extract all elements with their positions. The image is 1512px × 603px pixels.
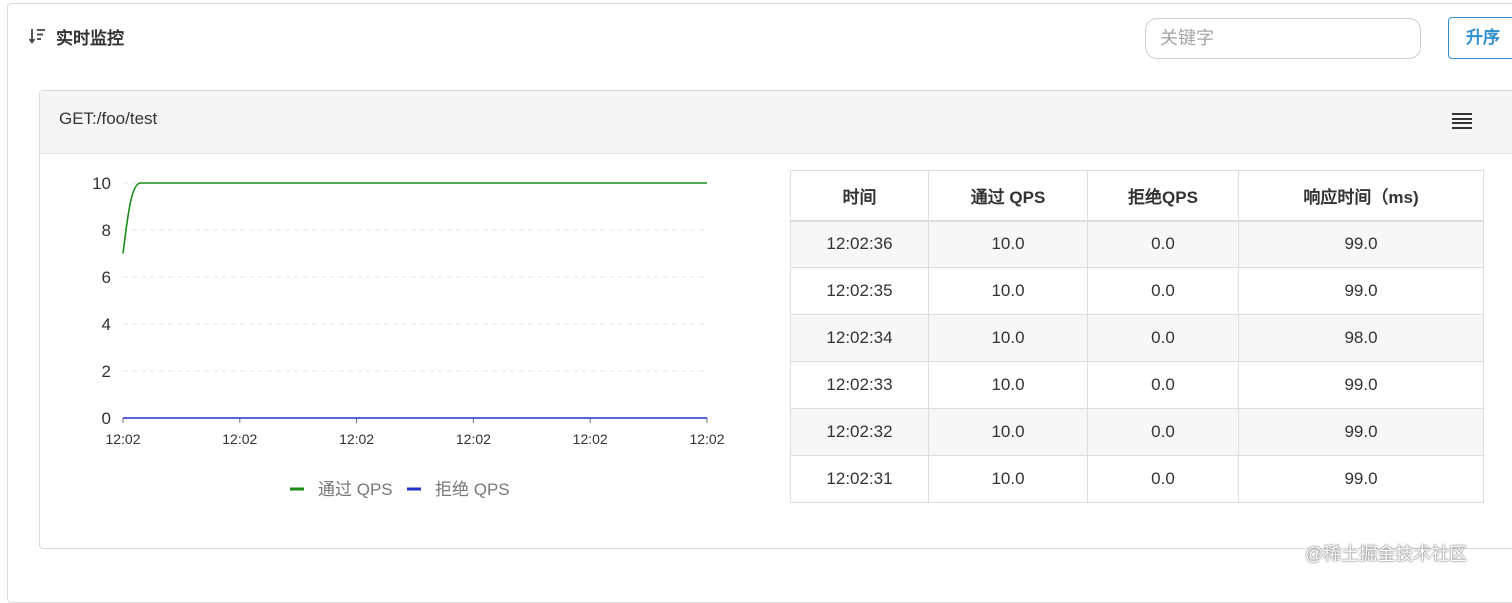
cell-pass-qps: 10.0 [928, 455, 1088, 503]
panel-header: GET:/foo/test [40, 91, 1512, 154]
resource-title: GET:/foo/test [59, 109, 158, 128]
ascending-sort-button[interactable]: 升序 [1448, 17, 1512, 59]
x-tick-label: 12:02 [105, 431, 140, 447]
x-tick-label: 12:02 [456, 431, 491, 447]
cell-response-time: 99.0 [1238, 408, 1484, 456]
cell-pass-qps: 10.0 [928, 220, 1088, 268]
x-tick-label: 12:02 [339, 431, 374, 447]
cell-time: 12:02:31 [790, 455, 929, 503]
col-header-time[interactable]: 时间 [790, 170, 929, 222]
y-tick-label: 8 [102, 221, 111, 240]
col-header-pass-qps[interactable]: 通过 QPS [928, 170, 1088, 222]
hamburger-menu-icon[interactable] [1452, 113, 1472, 129]
table-row: 12:02:32 10.0 0.0 99.0 [790, 408, 1484, 456]
table-row: 12:02:33 10.0 0.0 99.0 [790, 361, 1484, 409]
y-tick-label: 4 [102, 315, 111, 334]
cell-response-time: 99.0 [1238, 361, 1484, 409]
qps-line-chart: 0 2 4 6 8 10 12:02 12:02 12:02 12:02 12:02 12:02 通… [92, 174, 725, 499]
x-tick-label: 12:02 [689, 431, 724, 447]
legend-label: 拒绝 QPS [435, 480, 510, 499]
cell-pass-qps: 10.0 [928, 267, 1088, 315]
page-header: 实时监控 [28, 24, 124, 48]
legend-label: 通过 QPS [318, 480, 393, 499]
table-row: 12:02:34 10.0 0.0 98.0 [790, 314, 1484, 362]
col-header-response-time[interactable]: 响应时间（ms) [1238, 170, 1484, 222]
cell-time: 12:02:32 [790, 408, 929, 456]
cell-time: 12:02:35 [790, 267, 929, 315]
cell-block-qps: 0.0 [1087, 314, 1239, 362]
cell-time: 12:02:34 [790, 314, 929, 362]
y-tick-label: 2 [102, 362, 111, 381]
y-tick-label: 6 [102, 268, 111, 287]
cell-block-qps: 0.0 [1087, 220, 1239, 268]
series-line [122, 182, 707, 254]
cell-time: 12:02:33 [790, 361, 929, 409]
cell-pass-qps: 10.0 [928, 408, 1088, 456]
keyword-search-input[interactable] [1145, 18, 1421, 59]
x-tick-label: 12:02 [573, 431, 608, 447]
cell-pass-qps: 10.0 [928, 314, 1088, 362]
table-row: 12:02:31 10.0 0.0 99.0 [790, 455, 1484, 503]
col-header-block-qps[interactable]: 拒绝QPS [1087, 170, 1239, 222]
cell-block-qps: 0.0 [1087, 361, 1239, 409]
table-header-row: 时间 通过 QPS 拒绝QPS 响应时间（ms) [790, 170, 1484, 222]
cell-pass-qps: 10.0 [928, 361, 1088, 409]
sort-descending-icon[interactable] [28, 26, 48, 46]
cell-response-time: 98.0 [1238, 314, 1484, 362]
y-tick-label: 10 [92, 174, 111, 193]
y-tick-label: 0 [102, 409, 111, 428]
table-row: 12:02:35 10.0 0.0 99.0 [790, 267, 1484, 315]
x-tick-label: 12:02 [222, 431, 257, 447]
cell-response-time: 99.0 [1238, 267, 1484, 315]
qps-data-table: 时间 通过 QPS 拒绝QPS 响应时间（ms) 12:02:36 10.0 0… [790, 170, 1484, 503]
watermark: @稀土掘金技术社区 [1305, 544, 1468, 564]
page-title: 实时监控 [56, 28, 124, 48]
cell-response-time: 99.0 [1238, 220, 1484, 268]
table-row: 12:02:36 10.0 0.0 99.0 [790, 220, 1484, 268]
cell-block-qps: 0.0 [1087, 408, 1239, 456]
cell-block-qps: 0.0 [1087, 455, 1239, 503]
cell-time: 12:02:36 [790, 220, 929, 268]
cell-response-time: 99.0 [1238, 455, 1484, 503]
cell-block-qps: 0.0 [1087, 267, 1239, 315]
